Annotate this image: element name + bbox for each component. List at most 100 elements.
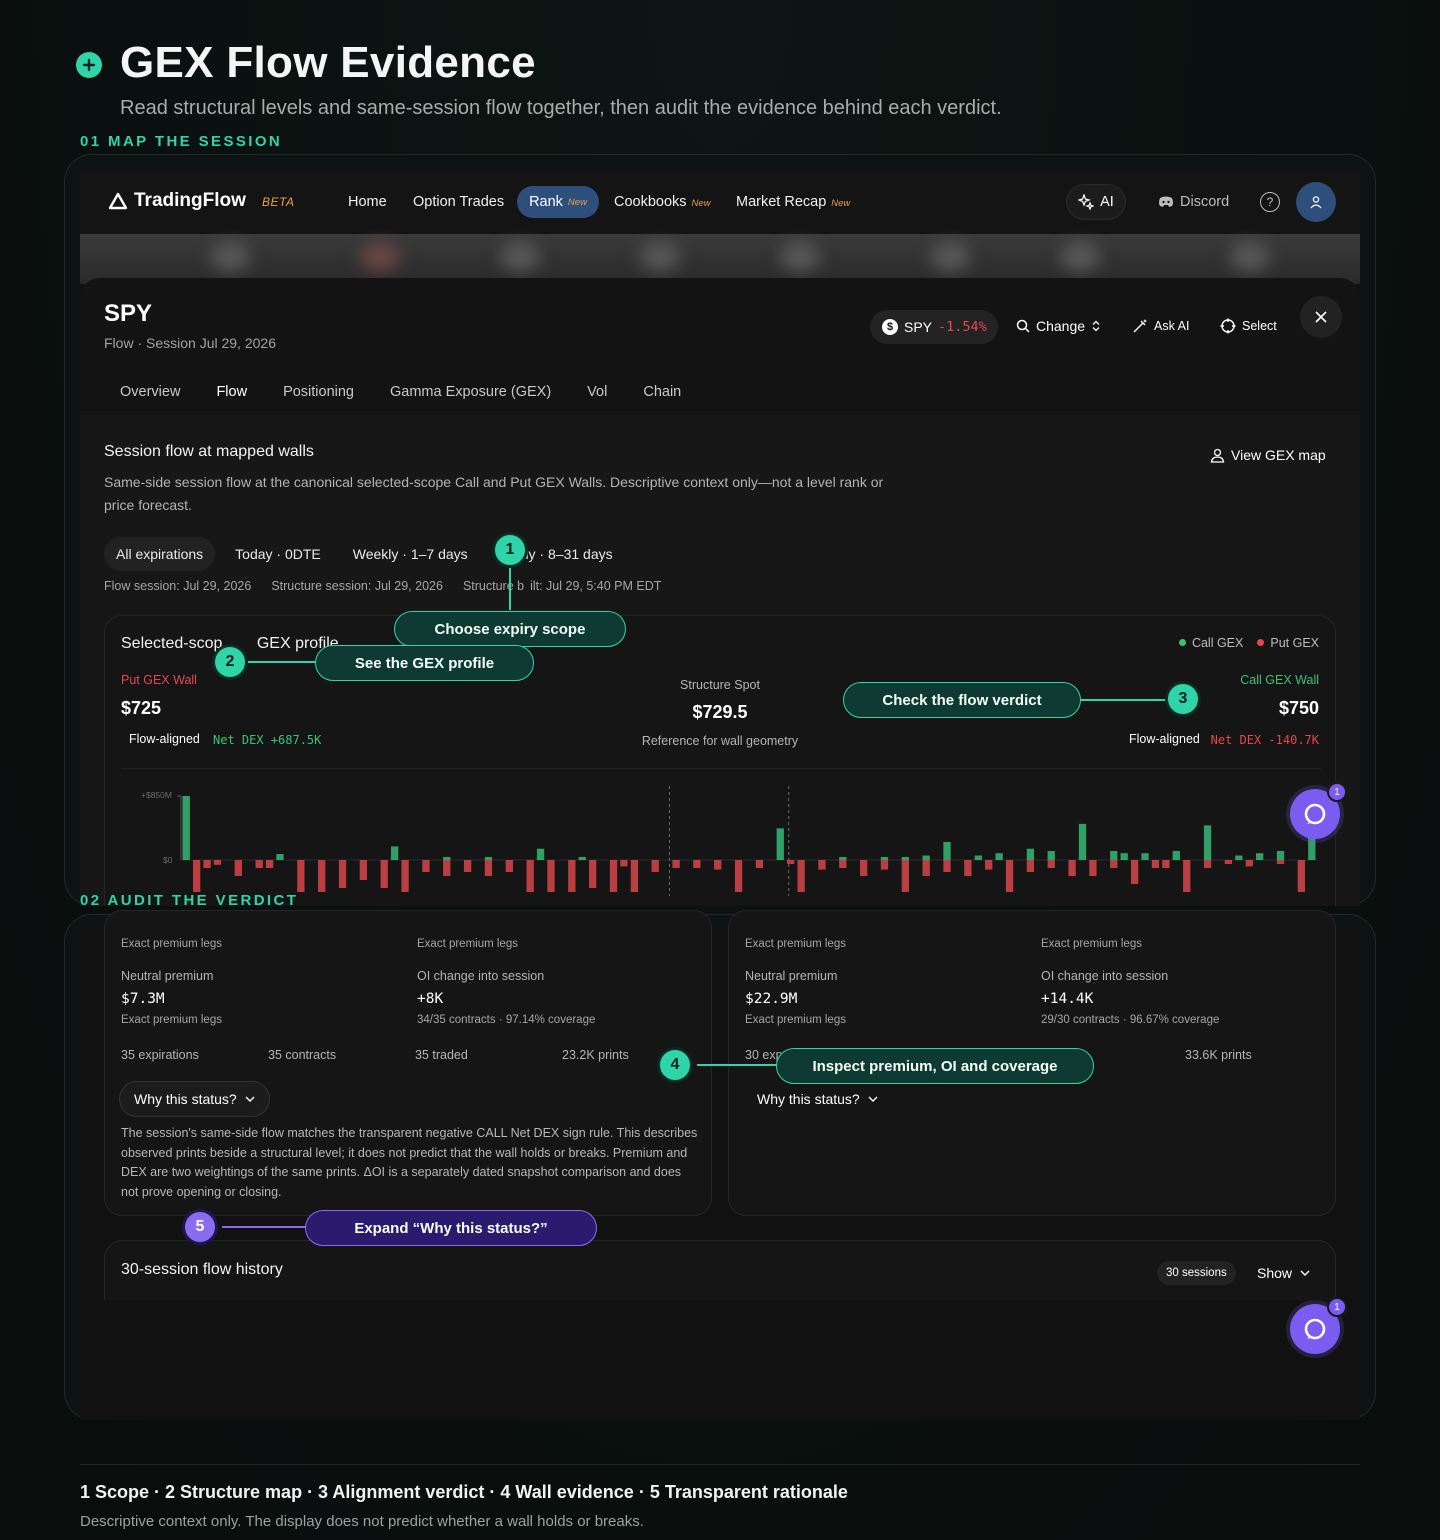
dollar-icon: $ bbox=[882, 319, 898, 335]
nav-cookbooks-label: Cookbooks bbox=[614, 194, 687, 210]
legs-label: Exact premium legs bbox=[121, 938, 222, 950]
call-gex-bar bbox=[1141, 853, 1149, 860]
ask-ai-button[interactable]: Ask AI bbox=[1132, 318, 1189, 334]
status-rationale: The session's same-side flow matches the… bbox=[121, 1126, 698, 1199]
callout-badge-5: 5 bbox=[182, 1209, 218, 1245]
tab-flow[interactable]: Flow bbox=[216, 384, 247, 400]
help-icon[interactable]: ? bbox=[1260, 192, 1280, 212]
put-wall-evidence-card: Exact premium legs Exact premium legs Ne… bbox=[104, 910, 712, 1216]
ai-button[interactable]: AI bbox=[1066, 184, 1126, 220]
step-label-map: 01 MAP THE SESSION bbox=[80, 133, 283, 150]
ask-ai-label: Ask AI bbox=[1154, 319, 1190, 333]
gex-bar-chart: +$850M $0 bbox=[141, 786, 1317, 896]
callout-badge-3: 3 bbox=[1165, 681, 1201, 717]
chevron-down-icon bbox=[868, 1096, 878, 1102]
put-gex-bar bbox=[443, 860, 451, 876]
tab-gex[interactable]: Gamma Exposure (GEX) bbox=[390, 384, 551, 400]
call-gex-bar bbox=[578, 856, 586, 860]
call-gex-bar bbox=[1235, 855, 1243, 860]
new-tag: New bbox=[831, 198, 851, 209]
select-button[interactable]: Select bbox=[1220, 318, 1277, 334]
brand-name: TradingFlow bbox=[134, 190, 246, 211]
call-gex-bar bbox=[922, 855, 930, 860]
premium-value: $22.9M bbox=[745, 991, 798, 1007]
call-gex-bar bbox=[1026, 848, 1035, 860]
chat-bubble-icon bbox=[1304, 803, 1326, 825]
scope-weekly[interactable]: Weekly · 1–7 days bbox=[341, 537, 480, 571]
close-button[interactable] bbox=[1300, 296, 1342, 338]
tab-chain[interactable]: Chain bbox=[643, 384, 681, 400]
scope-monthly[interactable]: hly · 8–31 days bbox=[518, 537, 625, 571]
ai-label: AI bbox=[1100, 194, 1114, 210]
callout-see-profile: See the GEX profile bbox=[315, 645, 534, 681]
footer-note: Descriptive context only. The display do… bbox=[80, 1513, 644, 1530]
legs-label: Exact premium legs bbox=[745, 938, 846, 950]
symbol-tabs: Overview Flow Positioning Gamma Exposure… bbox=[120, 384, 681, 400]
legend-call: Call GEX bbox=[1178, 636, 1243, 650]
flow-history-card: 30-session flow history 30 sessions Show bbox=[104, 1240, 1336, 1300]
put-gex-bar bbox=[1068, 860, 1076, 876]
divider bbox=[121, 768, 1321, 769]
nav-cookbooks[interactable]: Cookbooks New bbox=[614, 194, 711, 210]
put-gex-bar bbox=[755, 860, 764, 868]
scope-all[interactable]: All expirations bbox=[104, 537, 216, 571]
callout-expand-why: Expand “Why this status?” bbox=[305, 1210, 597, 1246]
brand-logo[interactable]: TradingFlow bbox=[108, 190, 246, 212]
oi-sub: 29/30 contracts · 96.67% coverage bbox=[1041, 1014, 1220, 1026]
call-gex-bar bbox=[943, 841, 951, 860]
why-status-button[interactable]: Why this status? bbox=[119, 1081, 270, 1117]
put-gex-bar bbox=[422, 860, 430, 872]
new-tag: New bbox=[691, 198, 711, 209]
put-gex-bar bbox=[1183, 860, 1191, 892]
view-gex-map-link[interactable]: View GEX map bbox=[1210, 447, 1326, 463]
put-gex-bar bbox=[672, 860, 680, 868]
nav-rank[interactable]: Rank New bbox=[517, 186, 599, 218]
put-gex-bar bbox=[839, 860, 847, 868]
callout-line-4 bbox=[697, 1064, 777, 1066]
premium-sub: Exact premium legs bbox=[745, 1014, 846, 1026]
put-gex-bar bbox=[568, 860, 576, 892]
chip-change: -1.54% bbox=[938, 319, 987, 335]
chevron-down-icon bbox=[1300, 1270, 1310, 1276]
top-nav: TradingFlow BETA Home Option Trades Rank… bbox=[80, 170, 1360, 234]
flow-session: Flow session: Jul 29, 2026 bbox=[104, 579, 252, 593]
call-gex-bar bbox=[1078, 823, 1087, 860]
sparkle-icon bbox=[1078, 194, 1095, 210]
structure-built: Structure b ilt: Jul 29, 5:40 PM EDT bbox=[463, 579, 661, 593]
chevron-updown-icon bbox=[1092, 320, 1100, 332]
premium-value: $7.3M bbox=[121, 991, 165, 1007]
why-status-label: Why this status? bbox=[134, 1091, 237, 1107]
nav-home[interactable]: Home bbox=[348, 194, 387, 210]
structure-session: Structure session: Jul 29, 2026 bbox=[271, 579, 443, 593]
call-net-dex: Net DEX -140.7K bbox=[1210, 733, 1319, 747]
call-verdict: Flow-aligned bbox=[1129, 732, 1200, 746]
why-status-button[interactable]: Why this status? bbox=[757, 1091, 878, 1107]
put-gex-bar bbox=[859, 860, 868, 876]
put-gex-bar bbox=[818, 860, 826, 870]
change-button[interactable]: Change bbox=[1016, 318, 1101, 334]
callout-line-2 bbox=[248, 661, 316, 663]
ticker-chip[interactable]: $ SPY -1.54% bbox=[870, 310, 998, 344]
scope-today[interactable]: Today · 0DTE bbox=[223, 537, 333, 571]
close-icon bbox=[1315, 311, 1327, 323]
session-meta: Flow session: Jul 29, 2026 Structure ses… bbox=[104, 579, 661, 593]
tab-vol[interactable]: Vol bbox=[587, 384, 607, 400]
tab-overview[interactable]: Overview bbox=[120, 384, 180, 400]
tab-positioning[interactable]: Positioning bbox=[283, 384, 354, 400]
put-gex-bar bbox=[651, 860, 659, 872]
put-gex-bar bbox=[589, 860, 597, 888]
nav-market-recap[interactable]: Market Recap New bbox=[736, 194, 850, 210]
call-gex-bar bbox=[839, 856, 847, 860]
spot-label: Structure Spot bbox=[680, 678, 760, 692]
user-avatar[interactable] bbox=[1296, 182, 1336, 222]
oi-sub: 34/35 contracts · 97.14% coverage bbox=[417, 1014, 596, 1026]
discord-link[interactable]: Discord bbox=[1158, 194, 1229, 210]
gex-profile-card: Selected-scop GEX profile Call GEX Put G… bbox=[104, 615, 1336, 906]
nav-market-recap-label: Market Recap bbox=[736, 194, 827, 210]
nav-option-trades[interactable]: Option Trades bbox=[413, 194, 504, 210]
oi-label: OI change into session bbox=[1041, 969, 1169, 983]
put-gex-bar bbox=[255, 860, 263, 868]
history-show-toggle[interactable]: Show bbox=[1257, 1265, 1310, 1281]
put-gex-bar bbox=[943, 860, 951, 872]
call-gex-bar bbox=[995, 853, 1003, 860]
